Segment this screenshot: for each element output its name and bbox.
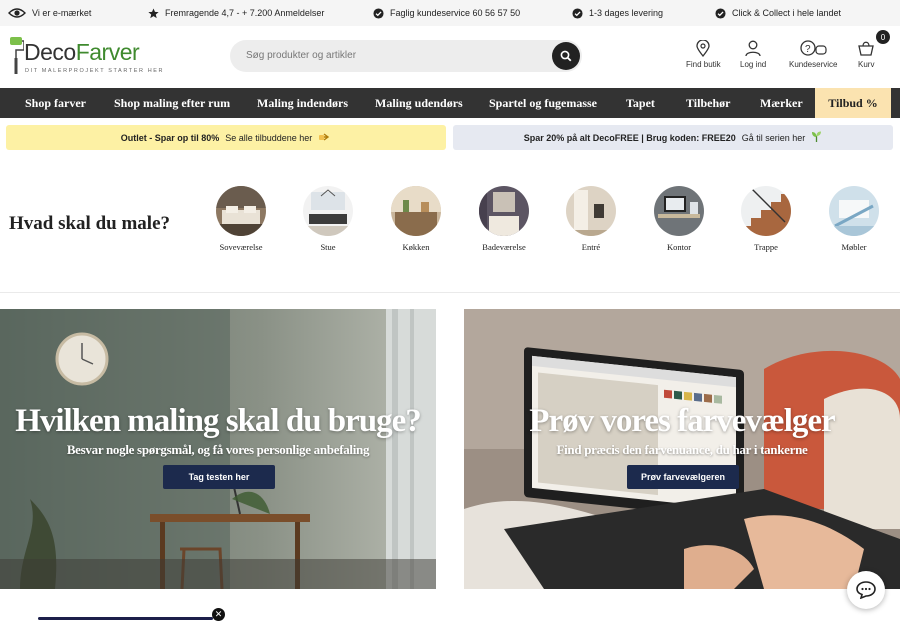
find-store-button[interactable]: Find butik bbox=[686, 40, 721, 69]
check-circle-icon bbox=[572, 7, 583, 19]
pointing-hand-icon bbox=[318, 132, 331, 144]
topbar-item-emaerket[interactable]: Vi er e-mærket bbox=[8, 7, 91, 19]
main-navigation: Shop farver Shop maling efter rum Maling… bbox=[0, 88, 900, 118]
login-button[interactable]: Log ind bbox=[740, 40, 766, 69]
category-kontor[interactable]: Kontor bbox=[644, 186, 714, 252]
banner-color-picker[interactable]: Prøv vores farvevælger Find præcis den f… bbox=[464, 309, 900, 589]
category-trappe[interactable]: Trappe bbox=[731, 186, 801, 252]
chat-bubble-icon bbox=[856, 581, 876, 599]
category-image bbox=[654, 186, 704, 236]
customer-service-button[interactable]: ? Kundeservice bbox=[789, 40, 837, 69]
nav-maerker[interactable]: Mærker bbox=[760, 88, 803, 118]
take-test-button[interactable]: Tag testen her bbox=[163, 465, 275, 489]
try-color-picker-button[interactable]: Prøv farvevælgeren bbox=[627, 465, 739, 489]
category-label: Trappe bbox=[754, 242, 778, 252]
find-store-label: Find butik bbox=[686, 60, 721, 69]
cart-count-badge: 0 bbox=[876, 30, 890, 44]
close-icon[interactable]: ✕ bbox=[212, 608, 225, 621]
category-sovevaerelse[interactable]: Soveværelse bbox=[206, 186, 276, 252]
banner-picker-title: Prøv vores farvevælger bbox=[529, 403, 835, 439]
category-image bbox=[829, 186, 879, 236]
banner-paint-quiz[interactable]: Hvilken maling skal du bruge? Besvar nog… bbox=[0, 309, 436, 589]
paint-roller-icon bbox=[10, 37, 24, 74]
nav-shop-farver[interactable]: Shop farver bbox=[25, 88, 86, 118]
topbar-item-click-collect[interactable]: Click & Collect i hele landet bbox=[715, 7, 842, 19]
category-label: Kontor bbox=[666, 242, 692, 252]
search-icon bbox=[560, 50, 572, 62]
support-icon: ? bbox=[800, 40, 827, 56]
category-label: Badeværelse bbox=[482, 242, 526, 252]
category-label: Køkken bbox=[402, 242, 430, 252]
category-image bbox=[479, 186, 529, 236]
nav-tilbud[interactable]: Tilbud % bbox=[815, 88, 891, 118]
location-pin-icon bbox=[696, 40, 710, 57]
check-circle-icon bbox=[373, 7, 384, 19]
topbar-label: 1-3 dages levering bbox=[589, 8, 664, 18]
site-header: DecoFarver DIT MALERPROJEKT STARTER HER … bbox=[0, 26, 900, 88]
nav-tilbehor[interactable]: Tilbehør bbox=[686, 88, 730, 118]
search-input[interactable]: Søg produkter og artikler bbox=[246, 50, 356, 61]
category-label: Entré bbox=[581, 242, 601, 252]
logo-wordmark: DecoFarver bbox=[24, 39, 140, 65]
customer-service-label: Kundeservice bbox=[789, 60, 838, 69]
search-button[interactable] bbox=[552, 42, 580, 70]
chat-button[interactable] bbox=[847, 571, 885, 609]
category-stue[interactable]: Stue bbox=[293, 186, 363, 252]
nav-maling-indendors[interactable]: Maling indendørs bbox=[257, 88, 348, 118]
logo-tagline: DIT MALERPROJEKT STARTER HER bbox=[25, 68, 165, 74]
category-image bbox=[391, 186, 441, 236]
topbar-label: Vi er e-mærket bbox=[32, 8, 92, 18]
decofarver-logo[interactable]: DecoFarver DIT MALERPROJEKT STARTER HER bbox=[8, 36, 163, 80]
category-mobler[interactable]: Møbler bbox=[819, 186, 889, 252]
promo-outlet-link[interactable]: Se alle tilbuddene her bbox=[225, 133, 312, 143]
nav-shop-maling-efter-rum[interactable]: Shop maling efter rum bbox=[114, 88, 230, 118]
nav-spartel-og-fugemasse[interactable]: Spartel og fugemasse bbox=[489, 88, 597, 118]
categories-title: Hvad skal du male? bbox=[9, 213, 171, 234]
category-label: Stue bbox=[320, 242, 336, 252]
section-divider bbox=[0, 292, 900, 293]
nav-maling-udendors[interactable]: Maling udendørs bbox=[375, 88, 463, 118]
topbar-item-service[interactable]: Faglig kundeservice 60 56 57 50 bbox=[373, 7, 521, 19]
category-label: Soveværelse bbox=[219, 242, 263, 252]
category-entre[interactable]: Entré bbox=[556, 186, 626, 252]
svg-text:?: ? bbox=[805, 44, 811, 55]
sprout-icon bbox=[811, 131, 822, 144]
category-image bbox=[303, 186, 353, 236]
category-image bbox=[216, 186, 266, 236]
topbar-label: Click & Collect i hele landet bbox=[732, 8, 842, 18]
basket-icon bbox=[858, 41, 875, 56]
promo-decofree-link[interactable]: Gå til serien her bbox=[742, 133, 806, 143]
banner-picker-subtitle: Find præcis den farvenuance, du har i ta… bbox=[556, 442, 808, 457]
promo-decofree[interactable]: Spar 20% på alt DecoFREE | Brug koden: F… bbox=[453, 125, 893, 150]
eye-icon bbox=[8, 7, 26, 19]
category-label: Møbler bbox=[841, 242, 867, 252]
check-circle-icon bbox=[715, 7, 726, 19]
banner-quiz-subtitle: Besvar nogle spørgsmål, og få vores pers… bbox=[66, 442, 370, 457]
top-info-bar: Vi er e-mærket Fremragende 4,7 - + 7.200… bbox=[0, 0, 900, 26]
category-badevaerelse[interactable]: Badeværelse bbox=[469, 186, 539, 252]
category-image bbox=[741, 186, 791, 236]
nav-tapet[interactable]: Tapet bbox=[626, 88, 655, 118]
promo-decofree-title: Spar 20% på alt DecoFREE | Brug koden: F… bbox=[523, 132, 736, 143]
search-bar[interactable]: Søg produkter og artikler bbox=[230, 40, 582, 72]
user-icon bbox=[745, 40, 761, 57]
topbar-item-reviews[interactable]: Fremragende 4,7 - + 7.200 Anmeldelser bbox=[148, 7, 325, 19]
category-image bbox=[566, 186, 616, 236]
star-icon bbox=[148, 7, 159, 19]
category-kokken[interactable]: Køkken bbox=[381, 186, 451, 252]
promo-outlet-title: Outlet - Spar op til 80% bbox=[120, 132, 220, 143]
promo-outlet[interactable]: Outlet - Spar op til 80% Se alle tilbudd… bbox=[6, 125, 446, 150]
login-label: Log ind bbox=[740, 60, 767, 69]
topbar-item-delivery[interactable]: 1-3 dages levering bbox=[572, 7, 664, 19]
topbar-label: Fremragende 4,7 - + 7.200 Anmeldelser bbox=[165, 8, 325, 18]
cart-label: Kurv bbox=[858, 60, 875, 69]
topbar-label: Faglig kundeservice 60 56 57 50 bbox=[390, 8, 521, 18]
banner-quiz-title: Hvilken maling skal du bruge? bbox=[15, 403, 422, 439]
cart-button[interactable]: Kurv bbox=[858, 40, 874, 69]
